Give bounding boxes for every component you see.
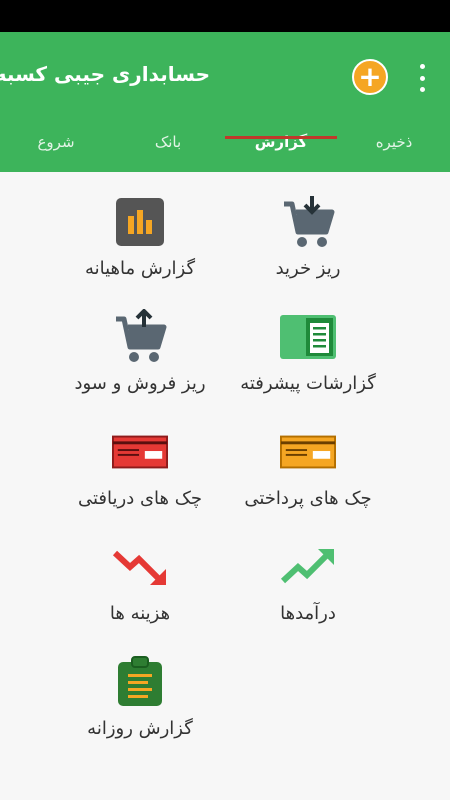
tile-expenses[interactable]: هزینه ها	[40, 517, 240, 627]
app-title: حسابداری جیبی کسبه	[0, 62, 210, 86]
daily-report-icon	[112, 654, 168, 710]
cart-out-icon	[112, 309, 168, 365]
tile-label: درآمدها	[280, 603, 336, 624]
tab-indicator	[225, 136, 337, 139]
add-button[interactable]: +	[352, 59, 388, 95]
check-received-icon	[112, 424, 168, 480]
tab-report[interactable]: گزارش	[225, 120, 337, 172]
bar-chart-icon	[112, 194, 168, 250]
report-sheet-icon	[280, 309, 336, 365]
cart-in-icon	[280, 194, 336, 250]
tab-bank[interactable]: بانک	[112, 120, 224, 172]
app-bar: حسابداری جیبی کسبه + ذخیره گزارش بانک شر…	[0, 32, 450, 172]
tab-bar: ذخیره گزارش بانک شروع	[0, 120, 450, 172]
tile-received-checks[interactable]: چک های دریافتی	[40, 402, 240, 512]
tile-label: گزارشات پیشرفته	[240, 373, 376, 394]
tile-label: ریز فروش و سود	[74, 373, 206, 394]
tile-sales-profit[interactable]: ریز فروش و سود	[40, 287, 240, 397]
tab-save[interactable]: ذخیره	[338, 120, 450, 172]
more-vert-icon[interactable]	[412, 64, 432, 92]
tile-label: گزارش روزانه	[87, 718, 193, 739]
trending-down-icon	[112, 539, 168, 595]
tab-start[interactable]: شروع	[0, 120, 112, 172]
tile-label: ریز خرید	[275, 258, 341, 279]
check-paid-icon	[280, 424, 336, 480]
plus-circle-icon: +	[358, 60, 382, 93]
tile-daily-report[interactable]: گزارش روزانه	[40, 632, 240, 742]
tile-label: گزارش ماهیانه	[84, 258, 196, 279]
tile-monthly-report[interactable]: گزارش ماهیانه	[40, 172, 240, 282]
tile-label: چک های پرداختی	[244, 488, 372, 509]
trending-up-icon	[280, 539, 336, 595]
tile-label: چک های دریافتی	[78, 488, 202, 509]
report-grid: ریز خرید گزارش ماهیانه گزارشات پیشرفته ر…	[0, 172, 450, 800]
tile-label: هزینه ها	[109, 603, 171, 624]
status-bar	[0, 0, 450, 32]
